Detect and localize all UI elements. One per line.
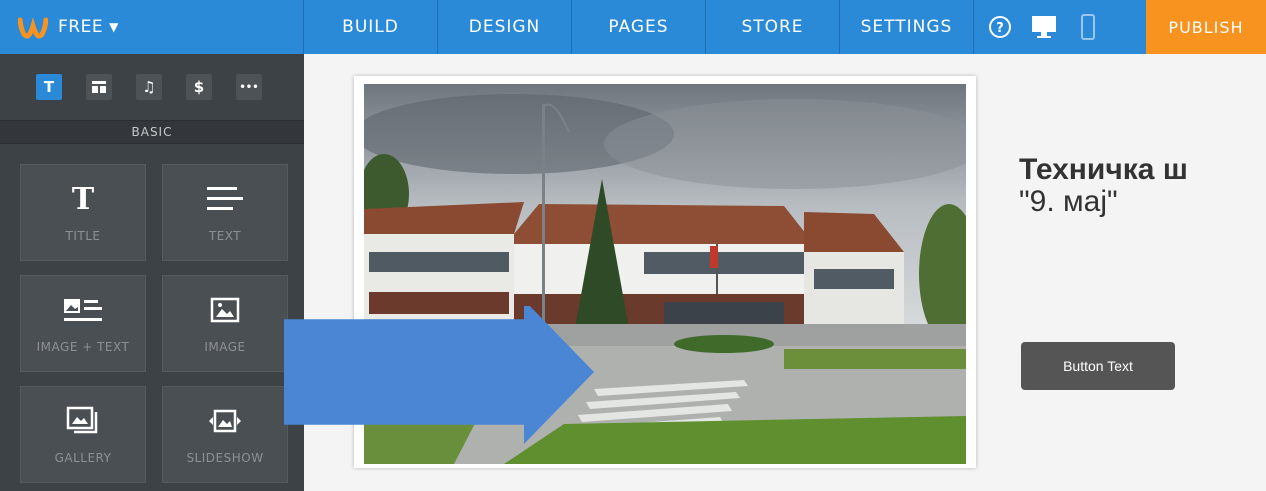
element-gallery[interactable]: GALLERY bbox=[20, 386, 146, 483]
element-label: TITLE bbox=[65, 229, 101, 243]
element-label: GALLERY bbox=[54, 451, 112, 465]
element-label: SLIDESHOW bbox=[186, 451, 264, 465]
text-icon bbox=[205, 179, 245, 219]
cta-button[interactable]: Button Text bbox=[1021, 342, 1175, 390]
title-icon: T bbox=[71, 181, 95, 217]
element-text[interactable]: TEXT bbox=[162, 164, 288, 261]
commerce-category-icon[interactable]: $ bbox=[186, 74, 212, 100]
gallery-icon bbox=[66, 401, 100, 441]
top-bar: FREE ▼ BUILD DESIGN PAGES STORE SETTINGS… bbox=[0, 0, 1266, 54]
tab-build[interactable]: BUILD bbox=[304, 0, 438, 54]
help-icon[interactable]: ? bbox=[986, 13, 1014, 41]
image-icon bbox=[210, 290, 240, 330]
desktop-icon[interactable] bbox=[1030, 13, 1058, 41]
tab-store[interactable]: STORE bbox=[706, 0, 840, 54]
element-image[interactable]: IMAGE bbox=[162, 275, 288, 372]
page-heading[interactable]: Техничка ш "9. мај" bbox=[1019, 154, 1266, 218]
plan-menu[interactable]: FREE ▼ bbox=[0, 0, 304, 54]
plan-label: FREE bbox=[58, 17, 104, 37]
image-text-icon bbox=[62, 290, 104, 330]
view-tools: ? bbox=[974, 0, 1114, 54]
heading-line-1: Техничка ш bbox=[1019, 154, 1188, 186]
mobile-icon[interactable] bbox=[1074, 13, 1102, 41]
svg-text:?: ? bbox=[996, 21, 1004, 36]
section-label-basic: BASIC bbox=[0, 120, 304, 144]
slideshow-icon bbox=[203, 401, 247, 441]
text-category-icon[interactable]: T bbox=[36, 74, 62, 100]
weebly-logo-icon bbox=[18, 17, 48, 39]
element-label: IMAGE + TEXT bbox=[36, 340, 130, 354]
element-title[interactable]: T TITLE bbox=[20, 164, 146, 261]
element-label: TEXT bbox=[208, 229, 242, 243]
element-slideshow[interactable]: SLIDESHOW bbox=[162, 386, 288, 483]
annotation-arrow-icon bbox=[284, 306, 594, 445]
element-image-text[interactable]: IMAGE + TEXT bbox=[20, 275, 146, 372]
tab-pages[interactable]: PAGES bbox=[572, 0, 706, 54]
more-category-icon[interactable]: ••• bbox=[236, 74, 262, 100]
publish-button[interactable]: PUBLISH bbox=[1146, 0, 1266, 54]
layout-category-icon[interactable] bbox=[86, 74, 112, 100]
tab-design[interactable]: DESIGN bbox=[438, 0, 572, 54]
media-category-icon[interactable]: ♫ bbox=[136, 74, 162, 100]
element-label: IMAGE bbox=[204, 340, 246, 354]
main-nav: BUILD DESIGN PAGES STORE SETTINGS bbox=[304, 0, 974, 54]
heading-line-2: "9. мај" bbox=[1019, 185, 1118, 218]
tab-settings[interactable]: SETTINGS bbox=[840, 0, 974, 54]
category-bar: T ♫ $ ••• bbox=[0, 54, 304, 120]
chevron-down-icon: ▼ bbox=[109, 20, 119, 34]
element-sidebar: T ♫ $ ••• BASIC T TITLE TEXT IMAGE + TEX… bbox=[0, 54, 304, 491]
